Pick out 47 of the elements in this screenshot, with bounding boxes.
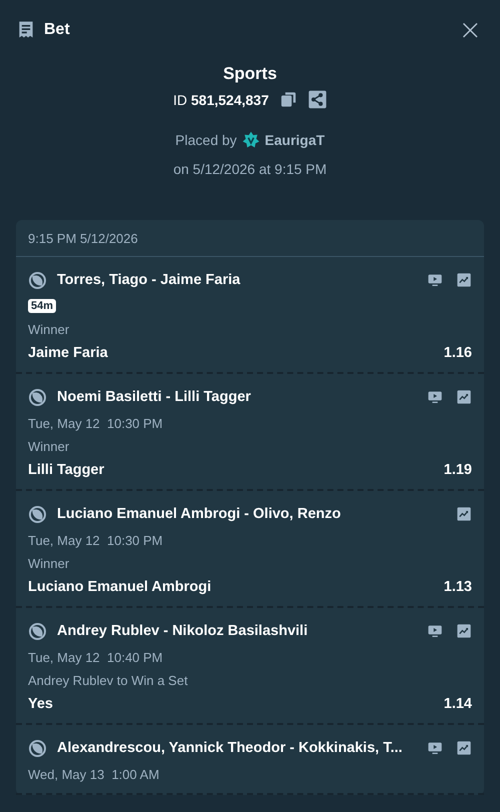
event-name[interactable]: Noemi Basiletti - Lilli Tagger xyxy=(57,389,417,405)
market-name: Andrey Rublev to Win a Set xyxy=(28,673,189,688)
event-time: Tue, May 12 10:30 PM xyxy=(28,416,164,431)
selection-name: Yes xyxy=(28,696,53,712)
odds-value: 1.16 xyxy=(444,345,472,361)
close-button[interactable]: × xyxy=(456,16,484,44)
odds-value: 1.14 xyxy=(444,696,472,712)
username[interactable]: EaurigaT xyxy=(264,132,325,148)
chart-icon[interactable] xyxy=(456,389,472,405)
selection-name: Jaime Faria xyxy=(28,345,108,361)
event-time: Tue, May 12 10:40 PM xyxy=(28,650,164,665)
event-name[interactable]: Luciano Emanuel Ambrogi - Olivo, Renzo xyxy=(57,506,446,522)
tennis-ball-icon xyxy=(28,738,47,758)
tv-play-icon[interactable] xyxy=(427,389,443,405)
share-icon[interactable] xyxy=(308,90,327,109)
dialog-title: Bet xyxy=(44,21,71,39)
selection-name: Lilli Tagger xyxy=(28,462,104,478)
live-time-badge: 54m xyxy=(28,299,56,313)
placed-by-label: Placed by xyxy=(175,132,237,148)
tv-play-icon[interactable] xyxy=(427,623,443,639)
tennis-ball-icon xyxy=(28,504,47,524)
copy-icon[interactable] xyxy=(278,90,298,109)
tv-play-icon[interactable] xyxy=(427,272,443,288)
event-time: Tue, May 12 10:30 PM xyxy=(28,533,164,548)
tennis-ball-icon xyxy=(28,388,47,406)
bet-timestamp: 9:15 PM 5/12/2026 xyxy=(16,220,484,257)
selection-name: Luciano Emanuel Ambrogi xyxy=(28,579,212,595)
chart-icon[interactable] xyxy=(456,506,472,522)
placed-date: on 5/12/2026 at 9:15 PM xyxy=(173,161,327,177)
bet-id: ID 581,524,837 xyxy=(173,92,269,108)
odds-value: 1.19 xyxy=(444,462,472,478)
category-title: Sports xyxy=(223,64,277,84)
tennis-ball-icon xyxy=(28,270,47,290)
tv-play-icon[interactable] xyxy=(427,740,443,756)
market-name: Winner xyxy=(28,439,70,454)
market-name: Winner xyxy=(28,322,70,337)
odds-value: 1.13 xyxy=(444,579,472,595)
chart-icon[interactable] xyxy=(456,740,472,756)
tennis-ball-icon xyxy=(28,622,47,640)
star-badge-icon xyxy=(242,131,260,149)
event-name[interactable]: Alexandrescou, Yannick Theodor - Kokkinakis, T... xyxy=(57,740,417,756)
chart-icon[interactable] xyxy=(456,623,472,639)
market-name: Winner xyxy=(28,556,70,571)
event-time: Wed, May 13 1:00 AM xyxy=(28,767,160,782)
event-name[interactable]: Torres, Tiago - Jaime Faria xyxy=(57,272,417,288)
chart-icon[interactable] xyxy=(456,272,472,288)
event-name[interactable]: Andrey Rublev - Nikoloz Basilashvili xyxy=(57,623,417,639)
